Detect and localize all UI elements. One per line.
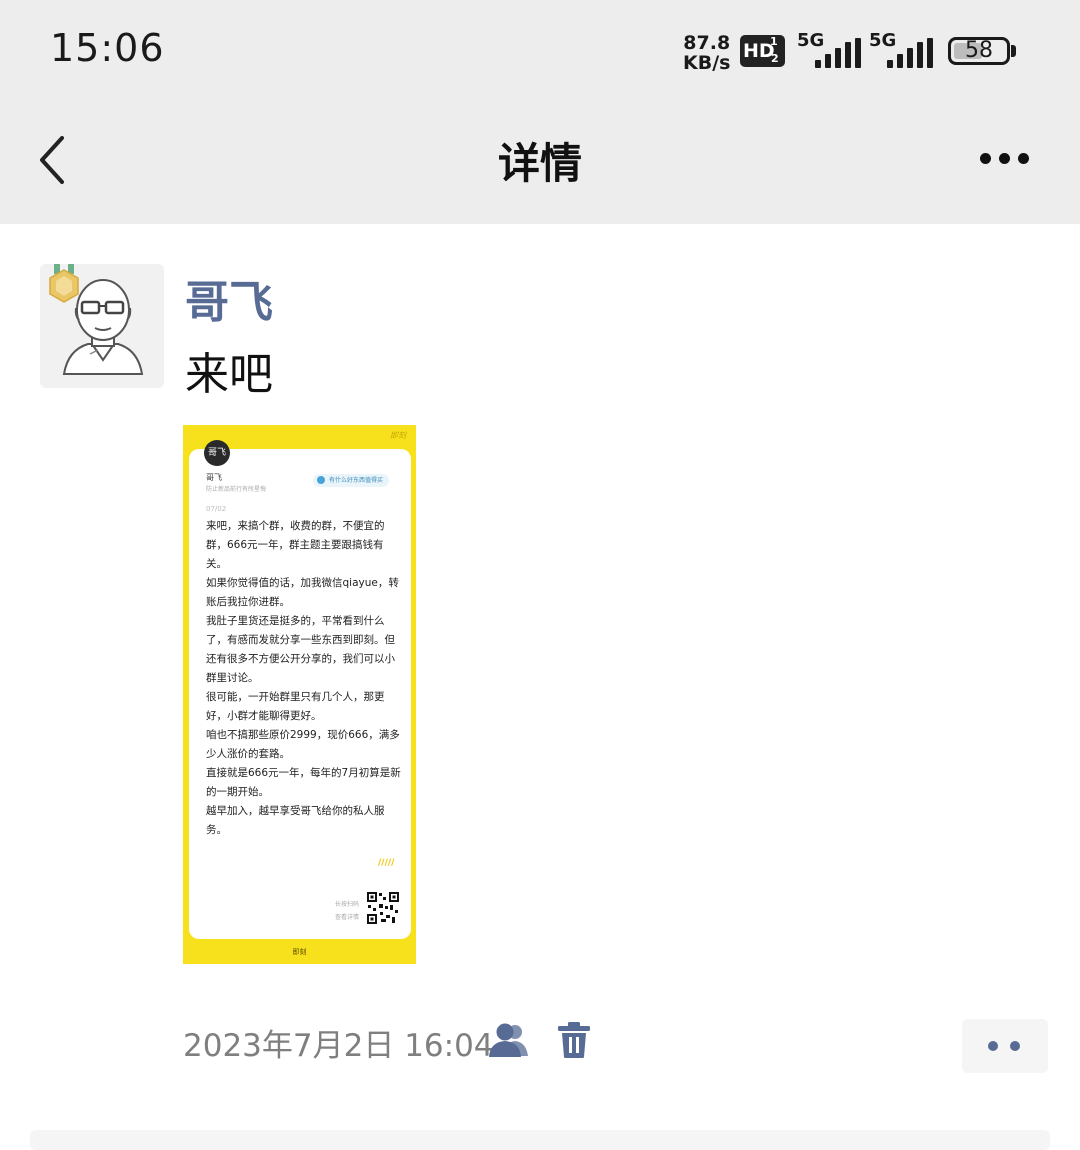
hd-voice-badge: HD 1 2 <box>740 35 785 67</box>
card-decor-slashes: ///// <box>378 858 395 868</box>
more-dots-icon <box>980 153 991 164</box>
trash-icon <box>558 1022 590 1058</box>
battery-tip <box>1011 45 1016 57</box>
card-author-subtitle: 防止新品前行有所星悔 <box>206 486 267 493</box>
qr-code-icon <box>366 891 400 925</box>
network-speed-unit: KB/s <box>683 52 731 74</box>
card-topic-pill: 有什么好东西值得买 <box>313 474 390 487</box>
delete-button[interactable] <box>557 1021 591 1059</box>
post-timestamp: 2023年7月2日 16:04 <box>183 1028 494 1064</box>
more-dot <box>999 153 1010 164</box>
card-avatar: 哥飞 <box>204 440 230 466</box>
network-speed: 87.8 KB/s <box>683 33 730 73</box>
image-brand-bottom: 即刻 <box>292 948 307 956</box>
visibility-button[interactable] <box>488 1022 530 1058</box>
network-speed-value: 87.8 <box>683 32 731 54</box>
more-dot <box>1018 153 1029 164</box>
page-title: 详情 <box>497 139 582 188</box>
card-date: 07/02 <box>206 505 227 513</box>
people-icon <box>489 1023 528 1057</box>
post-text: 来吧 <box>185 349 273 400</box>
battery-icon: 58 <box>948 37 1010 65</box>
comment-area <box>30 1130 1050 1150</box>
card-qr-tip: 长按扫码 查看详情 <box>334 901 359 921</box>
image-brand-top: 即刻 <box>390 431 406 440</box>
like-comment-button[interactable] <box>962 1019 1048 1073</box>
status-time: 15:06 <box>50 26 165 70</box>
battery-level: 58 <box>965 38 993 63</box>
header-bar: 15:06 87.8 KB/s HD 1 2 5G 5G 58 详情 <box>0 0 1080 224</box>
card-body-text: 来吧，来搞个群，收费的群，不便宜的群，666元一年，群主题主要跟搞钱有关。 如果… <box>206 520 401 836</box>
medal-badge-icon <box>49 264 79 303</box>
two-dots-icon <box>988 1041 998 1051</box>
post-author-name[interactable]: 哥飞 <box>185 266 273 330</box>
hd-sub: 2 <box>771 52 779 65</box>
image-card: 哥飞 哥飞 防止新品前行有所星悔 有什么好东西值得买 07/02 来吧，来搞个群… <box>189 440 411 939</box>
more-options-button[interactable] <box>972 146 1036 172</box>
action-dot <box>1010 1041 1020 1051</box>
avatar[interactable] <box>40 264 164 388</box>
post-image[interactable]: 即刻 哥飞 哥飞 防止新品前行有所星悔 有什么好东西值得买 07/02 来吧，来… <box>183 425 416 964</box>
card-author-name: 哥飞 <box>206 473 222 482</box>
